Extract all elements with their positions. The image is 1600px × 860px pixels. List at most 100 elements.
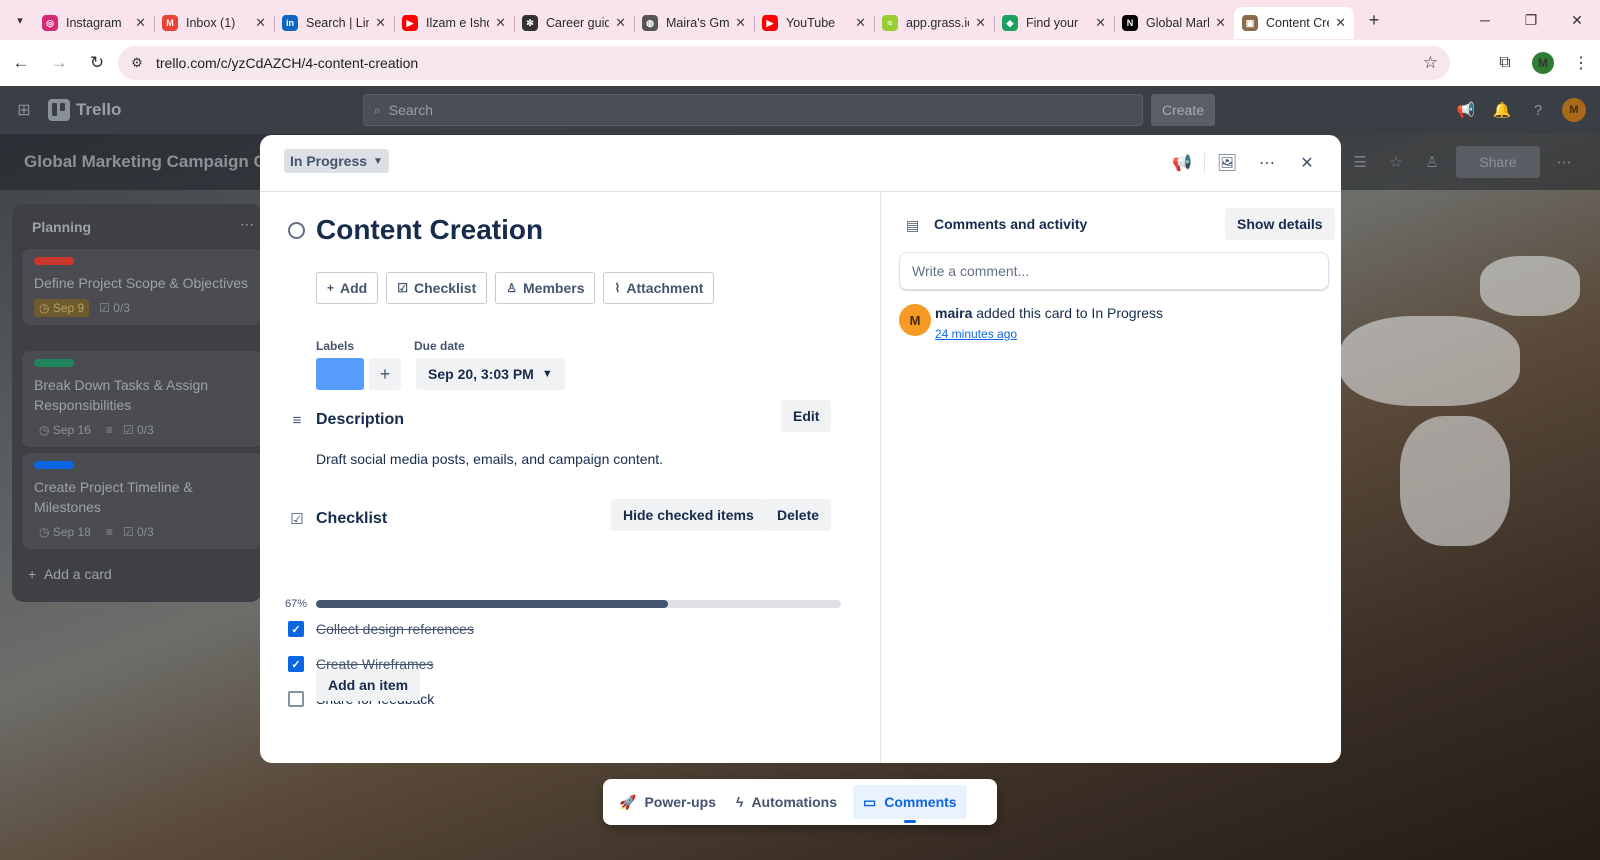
close-icon[interactable]: ✕ [1287,147,1327,179]
tab-search-button[interactable]: ▾ [6,6,34,34]
filter-icon[interactable]: ☰ [1342,146,1378,178]
close-tab-icon[interactable]: ✕ [1335,15,1346,31]
restore-button[interactable]: ❐ [1508,0,1554,40]
list-card[interactable]: Define Project Scope & Objectives ◷ Sep 9… [22,249,262,325]
add-button[interactable]: + Add [316,272,379,304]
browser-tab[interactable]: ▣ Content Creation ✕ [1234,7,1354,39]
tab-title: Global Marketing [1146,16,1209,30]
arrow-right-icon: → [50,53,68,72]
close-tab-icon[interactable]: ✕ [855,15,866,31]
label-chip-blue[interactable] [316,358,364,390]
close-tab-icon[interactable]: ✕ [135,15,146,31]
edit-description-button[interactable]: Edit [781,400,832,432]
card-title[interactable]: Content Creation [316,214,543,246]
due-date-button[interactable]: Sep 20, 3:03 PM ▼ [416,358,565,390]
list-status-dropdown[interactable]: In Progress ▼ [284,149,389,173]
megaphone-icon[interactable]: 📢 [1162,147,1202,179]
browser-tab[interactable]: in Search | LinkedIn ✕ [274,7,394,39]
trello-app-name: Trello [76,100,122,119]
add-label-button[interactable]: + [369,358,401,390]
checklist-button[interactable]: ☑ Checklist [386,272,488,304]
reload-button[interactable]: ↻ [80,46,114,80]
profile-avatar[interactable]: M [1532,52,1554,74]
complete-toggle[interactable] [288,222,305,239]
bookmark-star-icon[interactable]: ☆ [1423,53,1438,73]
browser-tab[interactable]: ◍ Maira's Gmail ✕ [634,7,754,39]
trello-logo[interactable]: Trello [48,99,121,121]
members-button[interactable]: ♙ Members [495,272,596,304]
checklist-checkbox[interactable]: ✓ [288,621,304,637]
browser-tab[interactable]: ▶ YouTube ✕ [754,7,874,39]
minimize-button[interactable]: ─ [1462,0,1508,40]
description-text[interactable]: Draft social media posts, emails, and ca… [316,451,663,467]
attachment-button[interactable]: ⌇ Attachment [603,272,715,304]
comment-placeholder: Write a comment... [912,263,1030,279]
checklist-checkbox[interactable]: ✓ [288,656,304,672]
close-window-button[interactable]: ✕ [1554,0,1600,40]
checklist-count: 0/3 [136,423,154,437]
megaphone-icon[interactable]: 📢 [1448,94,1484,126]
forward-button[interactable]: → [42,46,76,80]
url-text[interactable]: trello.com/c/yzCdAZCH/4-content-creation [156,55,418,71]
chevron-down-icon: ▼ [373,155,383,167]
power-ups-tab[interactable]: 🚀 Power-ups [609,785,726,819]
user-avatar[interactable]: M [1562,98,1586,122]
star-icon[interactable]: ☆ [1378,146,1414,178]
due-badge: ◷ Sep 9 [34,299,90,317]
checklist-checkbox[interactable] [288,691,304,707]
close-tab-icon[interactable]: ✕ [255,15,266,31]
list-card[interactable]: Create Project Timeline & Milestones ◷ Se… [22,453,262,549]
close-tab-icon[interactable]: ✕ [375,15,386,31]
create-button[interactable]: Create [1151,94,1215,126]
activity-user[interactable]: maira [935,305,972,321]
browser-tab[interactable]: ◎ Instagram ✕ [34,7,154,39]
close-tab-icon[interactable]: ✕ [495,15,506,31]
chrome-menu-icon[interactable]: ⋮ [1562,53,1600,73]
comment-input[interactable]: Write a comment... [899,252,1329,290]
close-tab-icon[interactable]: ✕ [1215,15,1226,31]
checklist-item-text[interactable]: Collect design references [316,621,474,637]
add-card-button[interactable]: + Add a card [28,566,112,582]
board-title[interactable]: Global Marketing Campaign Co [24,152,276,172]
browser-tab[interactable]: ◆ Find your ✕ [994,7,1114,39]
more-icon[interactable]: ⋯ [1546,146,1582,178]
trello-search-input[interactable]: ⌕ Search [363,94,1143,126]
app-switcher-icon[interactable]: ⊞ [8,94,40,126]
more-options-icon[interactable]: ⋯ [1247,147,1287,179]
list-menu-icon[interactable]: ⋯ [240,216,254,233]
add-checklist-item-button[interactable]: Add an item [316,669,421,701]
bell-icon[interactable]: 🔔 [1484,94,1520,126]
modal-header: In Progress ▼ 📢 🖼 ⋯ ✕ [260,135,1341,192]
automations-tab[interactable]: ϟ Automations [726,785,847,819]
close-tab-icon[interactable]: ✕ [615,15,626,31]
new-tab-button[interactable]: + [1360,10,1388,31]
activity-avatar[interactable]: M [899,304,931,336]
checklist-heading[interactable]: Checklist [316,510,387,528]
cover-image-icon[interactable]: 🖼 [1207,147,1247,179]
members-icon[interactable]: ♙ [1414,146,1450,178]
browser-tab[interactable]: ▶ Ilzam e Ishq ✕ [394,7,514,39]
extensions-icon[interactable]: ⧉ [1486,54,1524,72]
description-icon: ≡ [105,423,113,437]
share-button[interactable]: Share [1456,146,1540,178]
list-card[interactable]: Break Down Tasks & Assign Responsibiliti… [22,351,262,447]
members-icon: ♙ [506,281,518,295]
site-info-icon[interactable]: ⚙ [122,55,152,71]
browser-tab[interactable]: ≈ app.grass.io ✕ [874,7,994,39]
help-icon[interactable]: ? [1520,94,1556,126]
address-bar[interactable]: ⚙ trello.com/c/yzCdAZCH/4-content-creati… [118,46,1450,80]
close-tab-icon[interactable]: ✕ [975,15,986,31]
show-details-button[interactable]: Show details [1225,208,1335,240]
close-tab-icon[interactable]: ✕ [735,15,746,31]
activity-timestamp[interactable]: 24 minutes ago [935,327,1017,341]
browser-tab[interactable]: N Global Marketing ✕ [1114,7,1234,39]
back-button[interactable]: ← [4,46,38,80]
close-tab-icon[interactable]: ✕ [1095,15,1106,31]
browser-tab[interactable]: M Inbox (1) ✕ [154,7,274,39]
list-title[interactable]: Planning [32,219,91,235]
action-label: Checklist [414,280,477,296]
delete-checklist-button[interactable]: Delete [765,499,832,531]
comments-tab[interactable]: ▭ Comments [853,785,967,823]
hide-checked-items-button[interactable]: Hide checked items [611,499,766,531]
browser-tab[interactable]: ✻ Career guide ✕ [514,7,634,39]
